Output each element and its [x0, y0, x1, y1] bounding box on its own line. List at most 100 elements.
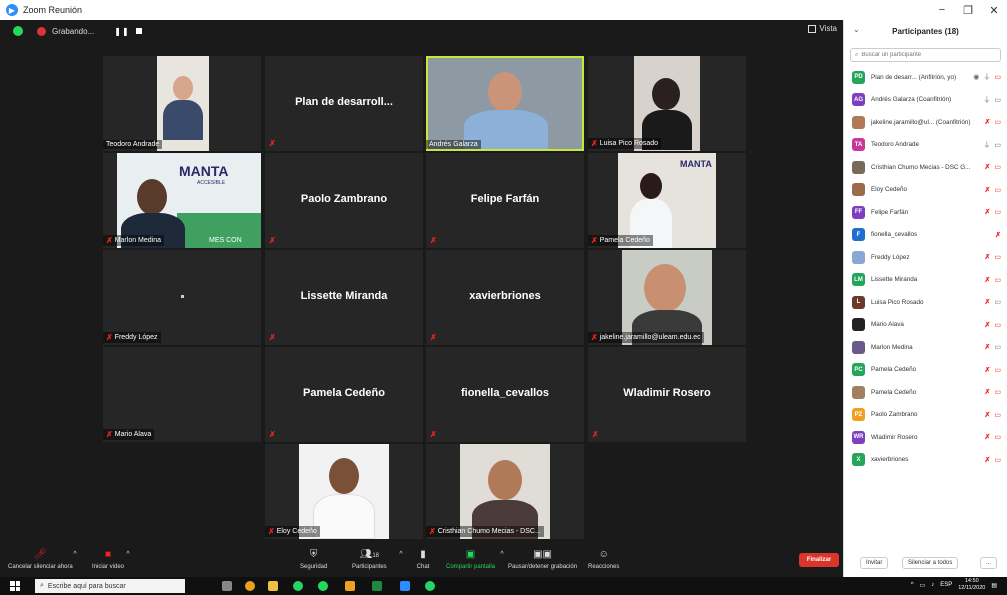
video-tile[interactable]: Lissette Miranda ✗ — [265, 250, 423, 345]
participant-row[interactable]: Eloy Cedeño ✗ ▭ — [844, 179, 1007, 202]
participant-status-icons: ✗ ▭ — [985, 118, 1002, 126]
video-tile[interactable]: ✗ Mario Alava — [103, 347, 261, 442]
whatsapp-icon[interactable] — [425, 581, 435, 591]
notifications-icon[interactable]: ▤ — [991, 582, 997, 589]
participant-name-display: fionella_cevallos — [460, 387, 550, 399]
participant-name-display: Pamela Cedeño — [303, 387, 385, 399]
chrome-icon[interactable] — [245, 581, 255, 591]
participant-name-display: Paolo Zambrano — [300, 193, 388, 205]
file-explorer-icon[interactable] — [268, 581, 278, 591]
search-input[interactable] — [861, 52, 992, 58]
task-view-icon[interactable] — [222, 581, 232, 591]
participant-name: Plan de desarr... (Anfitrión, yo) — [871, 73, 957, 81]
participant-row[interactable]: Cristhian Chumo Mecias - DSC G... ✗ ▭ — [844, 156, 1007, 179]
language-indicator[interactable]: ESP — [940, 582, 952, 588]
participant-video — [460, 444, 550, 539]
mic-muted-icon: ✗ — [984, 209, 991, 217]
participant-row[interactable]: Ffionella_cevallos ✗ — [844, 224, 1007, 247]
video-tile[interactable]: Wladimir Rosero ✗ — [588, 347, 746, 442]
video-off-icon: ▭ — [994, 164, 1001, 172]
participant-status-icons: ✗ ▭ — [985, 366, 1002, 374]
video-tile[interactable]: MANTA ACCESIBLE MES CON ✗ Marlon Medina — [103, 153, 261, 248]
whatsapp-icon[interactable] — [293, 581, 303, 591]
participant-row[interactable]: FF Felipe Farfán ✗ ▭ — [844, 201, 1007, 224]
participant-row[interactable]: WR Wladimir Rosero ✗ ▭ — [844, 426, 1007, 449]
view-label: Vista — [819, 24, 837, 33]
chevron-up-icon: ^ — [399, 551, 403, 558]
participant-row[interactable]: TA Teodoro Andrade ⏚ ▭ — [844, 134, 1007, 157]
video-off-icon: ▭ — [994, 366, 1001, 374]
participant-row[interactable]: PD Plan de desarr... (Anfitrión, yo) ◉ ⏚ ▭ — [844, 66, 1007, 89]
taskbar-search[interactable]: ⌕ Escribe aquí para buscar — [35, 579, 185, 593]
participants-options-chevron[interactable]: ^ — [394, 549, 408, 561]
video-tile[interactable]: ✗ Luisa Pico Rosado — [588, 56, 746, 151]
video-tile[interactable]: xavierbriones ✗ — [426, 250, 584, 345]
participant-search[interactable]: ⌕ — [850, 48, 1001, 62]
view-button[interactable]: Vista — [808, 24, 837, 33]
security-button[interactable]: ⛨ Seguridad — [300, 549, 327, 570]
minimize-button[interactable]: − — [929, 0, 955, 20]
video-tile[interactable]: MANTA ✗ Pamela Cedeño — [588, 153, 746, 248]
more-options-button[interactable]: ... — [980, 557, 998, 569]
invite-button[interactable]: Invitar — [860, 557, 889, 569]
browser-icon[interactable] — [318, 581, 328, 591]
participant-status-icons: ✗ ▭ — [985, 343, 1002, 351]
video-tile[interactable]: Plan de desarroll... ✗ — [265, 56, 423, 151]
maximize-button[interactable]: ❐ — [955, 0, 981, 20]
network-icon[interactable]: ▭ — [920, 582, 926, 589]
close-button[interactable]: ✕ — [981, 0, 1007, 20]
video-off-icon: ▭ — [994, 209, 1001, 217]
participant-row[interactable]: PZ Paolo Zambrano ✗ ▭ — [844, 404, 1007, 427]
clock[interactable]: 14:50 12/11/2020 — [958, 578, 985, 592]
pause-recording-icon[interactable]: ❚❚ — [114, 27, 129, 36]
participant-row[interactable]: Xxavierbriones ✗ ▭ — [844, 449, 1007, 472]
reactions-button[interactable]: ☺ Reacciones — [588, 549, 619, 570]
pause-stop-recording-button[interactable]: ▣▣ Pausar/detener grabación — [508, 549, 577, 570]
end-meeting-button[interactable]: Finalizar — [799, 553, 839, 567]
participant-row[interactable]: Mario Alava ✗ ▭ — [844, 314, 1007, 337]
unmute-button[interactable]: 🎤︎ Cancelar silenciar ahora — [8, 549, 73, 570]
video-tile[interactable]: Paolo Zambrano ✗ — [265, 153, 423, 248]
participant-row[interactable]: Pamela Cedeño ✗ ▭ — [844, 381, 1007, 404]
app-icon[interactable] — [345, 581, 355, 591]
video-tile[interactable]: Teodoro Andrade — [103, 56, 261, 151]
mic-muted-icon: ✗ — [984, 254, 991, 262]
participant-name: Freddy López — [871, 253, 910, 261]
video-tile-active-speaker[interactable]: Andrés Galarza — [426, 56, 584, 151]
windows-start-icon[interactable] — [10, 581, 20, 591]
video-options-chevron[interactable]: ^ — [121, 549, 135, 561]
mic-muted-icon: ✗ — [429, 527, 436, 536]
chat-button[interactable]: ▮ Chat — [416, 549, 430, 570]
participant-row[interactable]: Freddy López ✗ ▭ — [844, 246, 1007, 269]
video-tile[interactable]: ✗ Cristhian Chumo Mecias - DSC... — [426, 444, 584, 539]
mute-options-chevron[interactable]: ^ — [68, 549, 82, 561]
start-video-button[interactable]: ■ Iniciar video — [92, 549, 124, 570]
volume-icon[interactable]: ♪ — [931, 582, 934, 588]
meeting-toolbar: 🎤︎ Cancelar silenciar ahora ^ ■ Iniciar … — [0, 545, 843, 577]
title-bar: ▶ Zoom Reunión − ❐ ✕ — [0, 0, 1007, 20]
chevron-down-icon[interactable]: ⌄ — [853, 25, 860, 34]
security-shield-icon[interactable] — [13, 26, 23, 36]
zoom-taskbar-icon[interactable] — [400, 581, 410, 591]
participant-row[interactable]: PC Pamela Cedeño ✗ ▭ — [844, 359, 1007, 382]
video-tile[interactable]: ✗ jakeline.jaramillo@uleam.edu.ec — [588, 250, 746, 345]
participant-row[interactable]: jakeline.jaramillo@ul... (Coanfitrión) ✗ ▭ — [844, 111, 1007, 134]
panel-title: Participantes (18) — [892, 26, 959, 36]
excel-icon[interactable] — [372, 581, 382, 591]
participant-row[interactable]: Marlon Medina ✗ ▭ — [844, 336, 1007, 359]
video-tile[interactable]: ✗ Freddy López — [103, 250, 261, 345]
participant-row[interactable]: LM Lissette Miranda ✗ ▭ — [844, 269, 1007, 292]
share-options-chevron[interactable]: ^ — [495, 549, 509, 561]
video-tile[interactable]: Felipe Farfán ✗ — [426, 153, 584, 248]
video-tile[interactable]: Pamela Cedeño ✗ — [265, 347, 423, 442]
chevron-up-icon[interactable]: ^ — [911, 582, 914, 588]
stop-recording-icon[interactable] — [135, 28, 142, 34]
share-screen-button[interactable]: ▣ Compartir pantalla — [446, 549, 495, 570]
participant-row[interactable]: AG Andrés Galarza (Coanfitrión) ⏚ ▭ — [844, 89, 1007, 112]
mute-all-button[interactable]: Silenciar a todos — [902, 557, 959, 569]
participant-row[interactable]: L Luisa Pico Rosado ✗ ▭ — [844, 291, 1007, 314]
video-tile[interactable]: fionella_cevallos ✗ — [426, 347, 584, 442]
video-tile[interactable]: ✗ Eloy Cedeño — [265, 444, 423, 539]
participant-name-display: Felipe Farfán — [470, 193, 540, 205]
participants-button[interactable]: 👥︎18 Participantes — [352, 549, 387, 570]
